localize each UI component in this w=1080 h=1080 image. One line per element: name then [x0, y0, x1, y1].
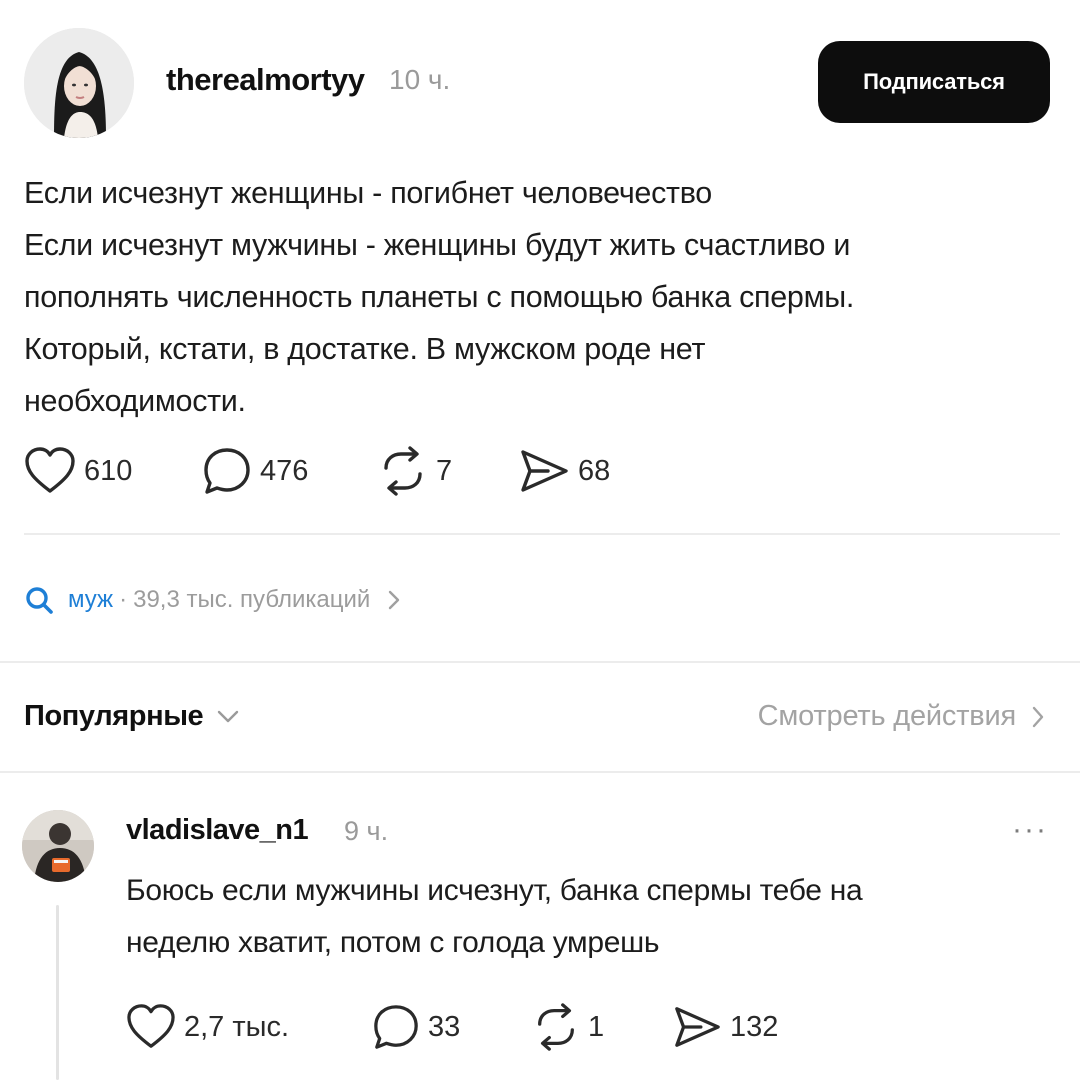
follow-button[interactable]: Подписаться: [818, 41, 1050, 123]
reply-share-button[interactable]: 132: [672, 1003, 778, 1051]
reply-text: Боюсь если мужчины исчезнут, банка сперм…: [126, 865, 1056, 969]
reply-like-count: 2,7 тыс.: [184, 1010, 290, 1043]
topic-post-count: 39,3 тыс. публикаций: [133, 586, 371, 613]
chevron-down-icon: [218, 710, 239, 722]
comment-button[interactable]: 476: [202, 446, 308, 496]
send-icon: [675, 1007, 720, 1047]
repost-icon: [384, 446, 422, 496]
reply-author-avatar[interactable]: [22, 810, 94, 882]
post-text-line: пополнять численность планеты с помощью …: [24, 280, 855, 314]
view-activity-label: Смотреть действия: [757, 700, 1017, 732]
repost-icon: [538, 1003, 574, 1051]
search-icon: [26, 587, 53, 614]
chevron-right-icon: [1032, 706, 1044, 727]
heart-icon: [25, 447, 75, 493]
thread-page: therealmortyy 10 ч. Подписаться Если исч…: [0, 0, 1080, 1080]
topic-tag-link[interactable]: муж · 39,3 тыс. публикаций: [24, 580, 402, 620]
reply-author-name[interactable]: vladislave_n1: [126, 814, 309, 847]
reply-repost-count: 1: [588, 1010, 605, 1043]
replies-sort-dropdown[interactable]: Популярные: [24, 700, 241, 733]
post-timestamp: 10 ч.: [389, 64, 451, 95]
author-avatar[interactable]: [24, 28, 134, 138]
comment-bubble-icon: [204, 448, 250, 494]
share-button[interactable]: 68: [518, 446, 610, 496]
reply-comment-button[interactable]: 33: [372, 1003, 460, 1051]
topic-tag-name: муж: [68, 586, 114, 613]
post-author-name[interactable]: therealmortyy: [166, 62, 365, 98]
divider: [0, 771, 1080, 773]
like-count: 610: [84, 454, 133, 487]
like-button[interactable]: 610: [24, 447, 132, 495]
heart-icon: [127, 1004, 175, 1048]
post-text-line: необходимости.: [24, 384, 246, 418]
reply-share-count: 132: [730, 1010, 779, 1043]
reply-timestamp: 9 ч.: [344, 816, 389, 846]
repost-button[interactable]: 7: [378, 446, 452, 496]
comment-bubble-icon: [374, 1005, 418, 1049]
post-text: Если исчезнут женщины - погибнет человеч…: [24, 167, 1054, 427]
divider: [0, 661, 1080, 663]
post-text-line: Если исчезнут женщины - погибнет человеч…: [24, 176, 712, 210]
reply-comment-count: 33: [428, 1010, 461, 1043]
reply-repost-button[interactable]: 1: [532, 1003, 604, 1051]
avatar-portrait-image: [24, 28, 134, 138]
repost-count: 7: [436, 454, 453, 487]
reply-text-line: Боюсь если мужчины исчезнут, банка сперм…: [126, 874, 863, 907]
chevron-right-icon: [389, 590, 400, 610]
reply-like-button[interactable]: 2,7 тыс.: [126, 1004, 289, 1050]
thread-line: [56, 905, 59, 1080]
reply-text-line: неделю хватит, потом с голода умрешь: [126, 926, 660, 959]
divider: [24, 533, 1060, 535]
send-icon: [521, 450, 568, 492]
share-count: 68: [578, 454, 611, 487]
post-text-line: Который, кстати, в достатке. В мужском р…: [24, 332, 706, 366]
view-activity-link[interactable]: Смотреть действия: [758, 700, 1046, 733]
more-options-button[interactable]: ···: [1012, 815, 1048, 845]
post-text-line: Если исчезнут мужчины - женщины будут жи…: [24, 228, 851, 262]
comment-count: 476: [260, 454, 309, 487]
avatar-photo-image: [22, 810, 94, 882]
sort-label: Популярные: [24, 700, 204, 732]
tag-separator: ·: [119, 586, 128, 613]
